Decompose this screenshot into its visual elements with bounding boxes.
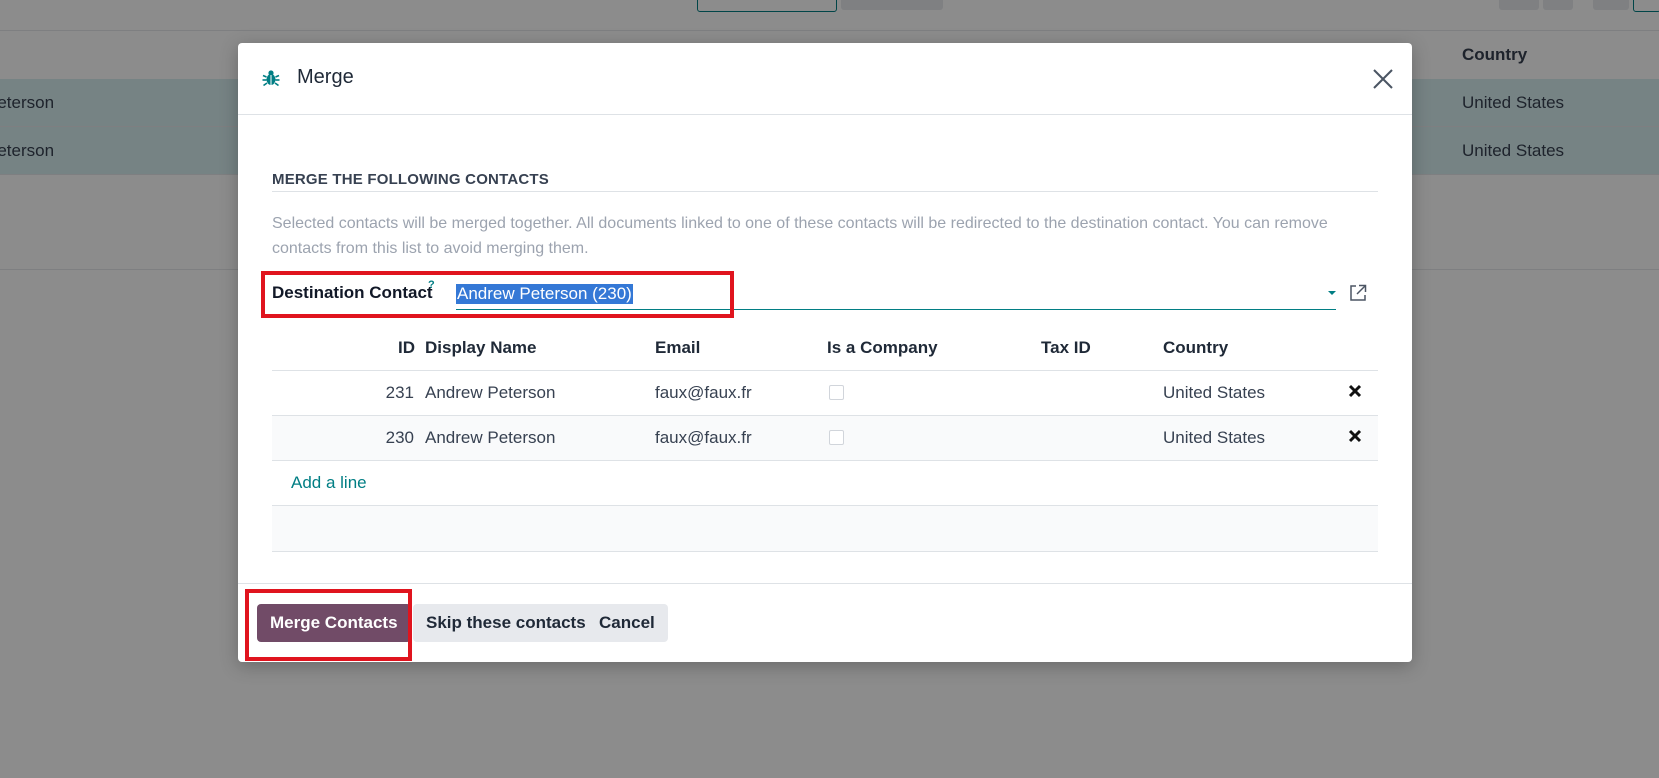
is-company-checkbox[interactable] (829, 430, 844, 445)
column-header-tax-id[interactable]: Tax ID (1041, 338, 1091, 358)
table-row[interactable]: 231 Andrew Peterson faux@faux.fr United … (272, 371, 1378, 416)
remove-row-icon[interactable] (1348, 429, 1362, 443)
close-icon[interactable] (1372, 68, 1394, 90)
column-header-is-company[interactable]: Is a Company (827, 338, 938, 358)
dialog-title: Merge (297, 66, 354, 88)
bug-icon (262, 70, 280, 87)
section-divider (272, 191, 1378, 192)
add-line-link[interactable]: Add a line (291, 473, 367, 493)
column-header-email[interactable]: Email (655, 338, 700, 358)
merge-dialog: Merge MERGE THE FOLLOWING CONTACTS Selec… (238, 43, 1412, 662)
dialog-footer: Merge Contacts Skip these contacts Cance… (238, 583, 1412, 663)
contacts-table: ID Display Name Email Is a Company Tax I… (272, 325, 1378, 552)
dropdown-caret-icon[interactable] (1328, 291, 1336, 295)
dialog-header: Merge (238, 43, 1412, 115)
cell-country: United States (1163, 428, 1266, 447)
cell-email: faux@faux.fr (655, 428, 752, 447)
skip-contacts-button[interactable]: Skip these contacts (413, 604, 599, 642)
add-line-row: Add a line (272, 461, 1378, 506)
highlight-box-merge (245, 589, 412, 661)
table-header: ID Display Name Email Is a Company Tax I… (272, 325, 1378, 371)
cell-country: United States (1163, 383, 1266, 402)
help-text: Selected contacts will be merged togethe… (272, 215, 1328, 257)
cell-email: faux@faux.fr (655, 383, 752, 402)
column-header-country[interactable]: Country (1163, 338, 1228, 358)
cell-id: 230 (385, 428, 414, 447)
column-header-display-name[interactable]: Display Name (425, 338, 537, 358)
external-link-icon[interactable] (1348, 283, 1368, 303)
cell-id: 231 (385, 383, 414, 402)
remove-row-icon[interactable] (1348, 384, 1362, 398)
cell-display-name: Andrew Peterson (425, 428, 556, 447)
highlight-box-destination (261, 271, 734, 318)
is-company-checkbox[interactable] (829, 385, 844, 400)
section-title: MERGE THE FOLLOWING CONTACTS (272, 171, 549, 188)
cancel-button[interactable]: Cancel (586, 604, 668, 642)
empty-row (272, 506, 1378, 552)
cell-display-name: Andrew Peterson (425, 383, 556, 402)
table-row[interactable]: 230 Andrew Peterson faux@faux.fr United … (272, 416, 1378, 461)
column-header-id[interactable]: ID (398, 338, 415, 358)
